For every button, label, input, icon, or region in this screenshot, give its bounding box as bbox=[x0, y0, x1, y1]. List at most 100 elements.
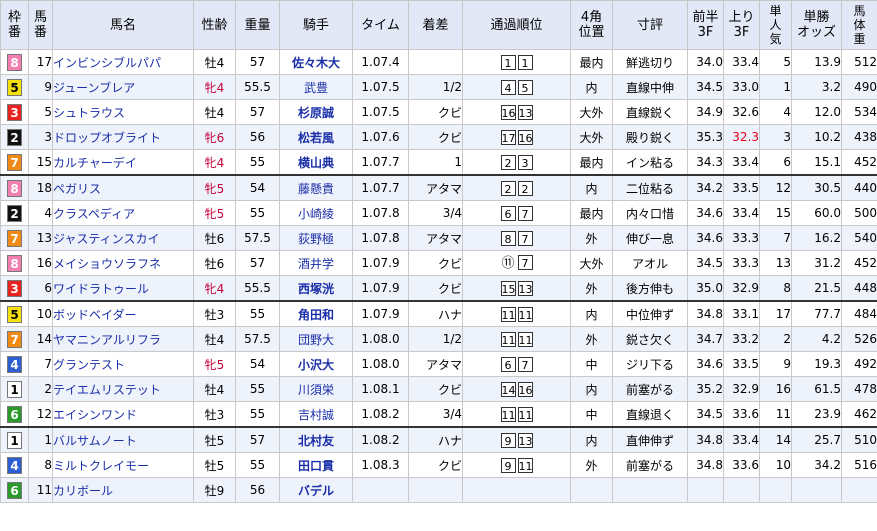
horse-number: 7 bbox=[28, 351, 53, 377]
sex-age: 牡4 bbox=[193, 49, 236, 75]
margin: クビ bbox=[408, 452, 463, 478]
col-uma: 馬番 bbox=[28, 0, 53, 50]
popularity: 11 bbox=[759, 401, 792, 428]
horse-number: 5 bbox=[28, 99, 53, 125]
corner-position: 外 bbox=[570, 225, 613, 251]
horse-name-link[interactable]: ボッドベイダー bbox=[54, 308, 137, 322]
win-odds: 21.5 bbox=[791, 275, 842, 302]
horse-name-cell: ワイドラトゥール bbox=[52, 275, 194, 302]
carried-weight: 55.5 bbox=[235, 275, 280, 302]
col-last3f: 上り 3F bbox=[723, 0, 760, 50]
passing-order: 23 bbox=[462, 149, 571, 176]
horse-name-link[interactable]: カルチャーデイ bbox=[54, 156, 137, 170]
passing-position: 1 bbox=[517, 54, 533, 70]
horse-name-link[interactable]: クラスペディア bbox=[54, 207, 136, 221]
jockey-link[interactable]: 田口貫 bbox=[298, 459, 334, 473]
passing-position: 15 bbox=[500, 280, 516, 296]
body-weight: 490 bbox=[841, 74, 877, 100]
horse-name-link[interactable]: メイショウソラフネ bbox=[54, 257, 162, 271]
waku-cell: 5 bbox=[0, 74, 29, 100]
waku-cell: 6 bbox=[0, 401, 29, 428]
last-3f: 33.4 bbox=[723, 149, 760, 176]
jockey-link[interactable]: 小沢大 bbox=[298, 358, 334, 372]
passing-position: 2 bbox=[517, 180, 533, 196]
horse-name-link[interactable]: ヤマニンアルリフラ bbox=[54, 333, 161, 347]
corner-position: 内 bbox=[570, 426, 613, 453]
horse-name-link[interactable]: テイエムリステット bbox=[54, 383, 161, 397]
corner-position: 外 bbox=[570, 275, 613, 302]
horse-number: 3 bbox=[28, 124, 53, 150]
horse-name-link[interactable]: シュトラウス bbox=[54, 106, 126, 120]
sex-age: 牡9 bbox=[193, 477, 236, 503]
jockey-link[interactable]: 杉原誠 bbox=[298, 106, 334, 120]
jockey-link[interactable]: 横山典 bbox=[298, 156, 334, 170]
jockey-link[interactable]: 西塚洸 bbox=[298, 282, 334, 296]
win-odds: 4.2 bbox=[791, 326, 842, 352]
race-time bbox=[352, 477, 409, 503]
popularity: 2 bbox=[759, 326, 792, 352]
horse-name-link[interactable]: ジャスティンスカイ bbox=[54, 232, 160, 246]
table-row: 7 15 カルチャーデイ 牝4 55 横山典 1.07.7 1 2 3 最内 イン粘る 34.3 33.4… bbox=[0, 149, 877, 176]
col-time: タイム bbox=[352, 0, 409, 50]
body-weight: 492 bbox=[841, 351, 877, 377]
horse-name-link[interactable]: エイシンワンド bbox=[54, 408, 138, 422]
last-3f: 33.1 bbox=[723, 300, 760, 327]
comment: 鮮逃切り bbox=[612, 49, 688, 75]
margin: 1 bbox=[408, 149, 463, 176]
horse-name-link[interactable]: ジューンブレア bbox=[54, 81, 136, 95]
horse-number: 13 bbox=[28, 225, 53, 251]
last-3f bbox=[723, 477, 760, 503]
last-3f: 33.3 bbox=[723, 250, 760, 276]
race-time: 1.08.2 bbox=[352, 401, 409, 428]
corner-position: 内 bbox=[570, 376, 613, 402]
horse-name-link[interactable]: グランテスト bbox=[54, 358, 126, 372]
jockey-link[interactable]: 角田和 bbox=[298, 308, 334, 322]
waku-cell: 5 bbox=[0, 300, 29, 327]
horse-name-link[interactable]: カリボール bbox=[54, 484, 114, 498]
passing-position: 2 bbox=[500, 180, 516, 196]
passing-order bbox=[462, 477, 571, 503]
jockey-cell: 小崎綾 bbox=[279, 200, 353, 226]
jockey-link[interactable]: 佐々木大 bbox=[292, 56, 340, 70]
horse-name-link[interactable]: バルサムノート bbox=[54, 434, 137, 448]
jockey-link[interactable]: 小崎綾 bbox=[298, 207, 334, 221]
jockey-link[interactable]: 藤懸貴 bbox=[298, 182, 334, 196]
jockey-link[interactable]: バデル bbox=[298, 484, 334, 498]
first-3f: 34.9 bbox=[687, 99, 724, 125]
jockey-link[interactable]: 吉村誠 bbox=[298, 408, 334, 422]
horse-name-link[interactable]: ペガリス bbox=[54, 182, 102, 196]
waku-badge: 8 bbox=[7, 179, 22, 197]
corner-position: 外 bbox=[570, 326, 613, 352]
horse-name-link[interactable]: ドロップオブライト bbox=[54, 131, 162, 145]
jockey-link[interactable]: 酒井学 bbox=[298, 257, 334, 271]
horse-name-link[interactable]: ミルトクレイモー bbox=[54, 459, 150, 473]
jockey-link[interactable]: 松若風 bbox=[298, 131, 334, 145]
jockey-link[interactable]: 荻野極 bbox=[298, 232, 334, 246]
win-odds: 60.0 bbox=[791, 200, 842, 226]
first-3f: 35.0 bbox=[687, 275, 724, 302]
body-weight: 452 bbox=[841, 149, 877, 176]
margin: 3/4 bbox=[408, 200, 463, 226]
first-3f: 34.3 bbox=[687, 149, 724, 176]
comment: 直線鋭く bbox=[612, 99, 688, 125]
waku-cell: 8 bbox=[0, 174, 29, 201]
passing-position: 6 bbox=[500, 356, 516, 372]
jockey-link[interactable]: 武豊 bbox=[304, 81, 328, 95]
popularity: 13 bbox=[759, 250, 792, 276]
passing-position: 2 bbox=[500, 154, 516, 170]
col-bodyweight: 馬体重 bbox=[841, 0, 877, 50]
jockey-link[interactable]: 団野大 bbox=[298, 333, 334, 347]
table-row: 3 5 シュトラウス 牡4 57 杉原誠 1.07.5 クビ 16 13 大外 直線鋭く 34.9 32.… bbox=[0, 99, 877, 125]
jockey-cell: 荻野極 bbox=[279, 225, 353, 251]
col-popularity: 単人気 bbox=[759, 0, 792, 50]
horse-name-link[interactable]: ワイドラトゥール bbox=[54, 282, 150, 296]
jockey-link[interactable]: 北村友 bbox=[298, 434, 334, 448]
jockey-link[interactable]: 川須栄 bbox=[298, 383, 334, 397]
waku-badge: 4 bbox=[7, 456, 22, 474]
horse-name-link[interactable]: インビンシブルパパ bbox=[54, 56, 162, 70]
passing-position: 4 bbox=[500, 79, 516, 95]
waku-badge: 5 bbox=[7, 305, 22, 323]
sex-age: 牡5 bbox=[193, 426, 236, 453]
win-odds: 15.1 bbox=[791, 149, 842, 176]
waku-cell: 4 bbox=[0, 351, 29, 377]
